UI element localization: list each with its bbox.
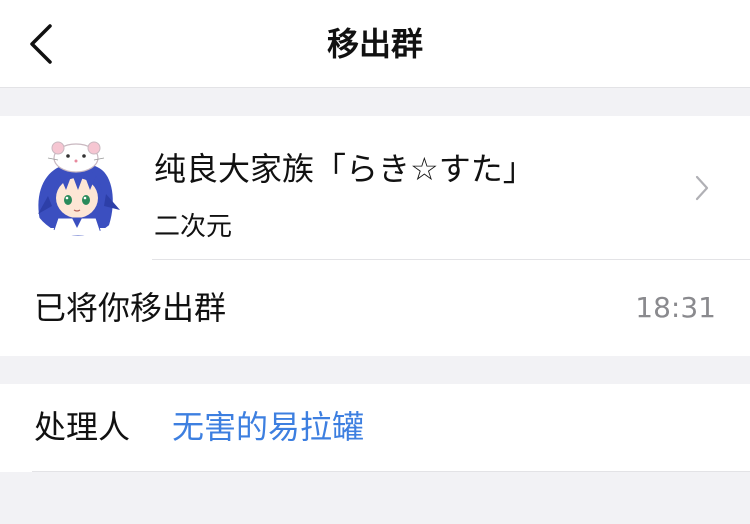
page-title: 移出群 xyxy=(326,25,423,63)
group-category-tag: 二次元 xyxy=(154,212,233,242)
removal-message: 已将你移出群 xyxy=(34,289,227,327)
handler-card: 处理人 无害的易拉罐 xyxy=(0,384,750,472)
divider xyxy=(32,471,750,472)
removal-notice-row: 已将你移出群 18:31 xyxy=(0,260,750,356)
chevron-right-icon xyxy=(695,175,709,201)
handler-label: 处理人 xyxy=(34,408,131,446)
handler-name-link[interactable]: 无害的易拉罐 xyxy=(172,384,364,470)
group-card: 纯良大家族「らき☆すた」 二次元 已将你移出群 18:31 xyxy=(0,116,750,356)
group-row[interactable]: 纯良大家族「らき☆すた」 二次元 xyxy=(0,116,750,260)
group-avatar xyxy=(28,136,128,236)
group-name: 纯良大家族「らき☆すた」 xyxy=(154,150,535,188)
anime-girl-avatar-icon xyxy=(28,136,128,236)
notice-timestamp: 18:31 xyxy=(635,291,716,324)
navigation-bar: 移出群 xyxy=(0,0,750,88)
